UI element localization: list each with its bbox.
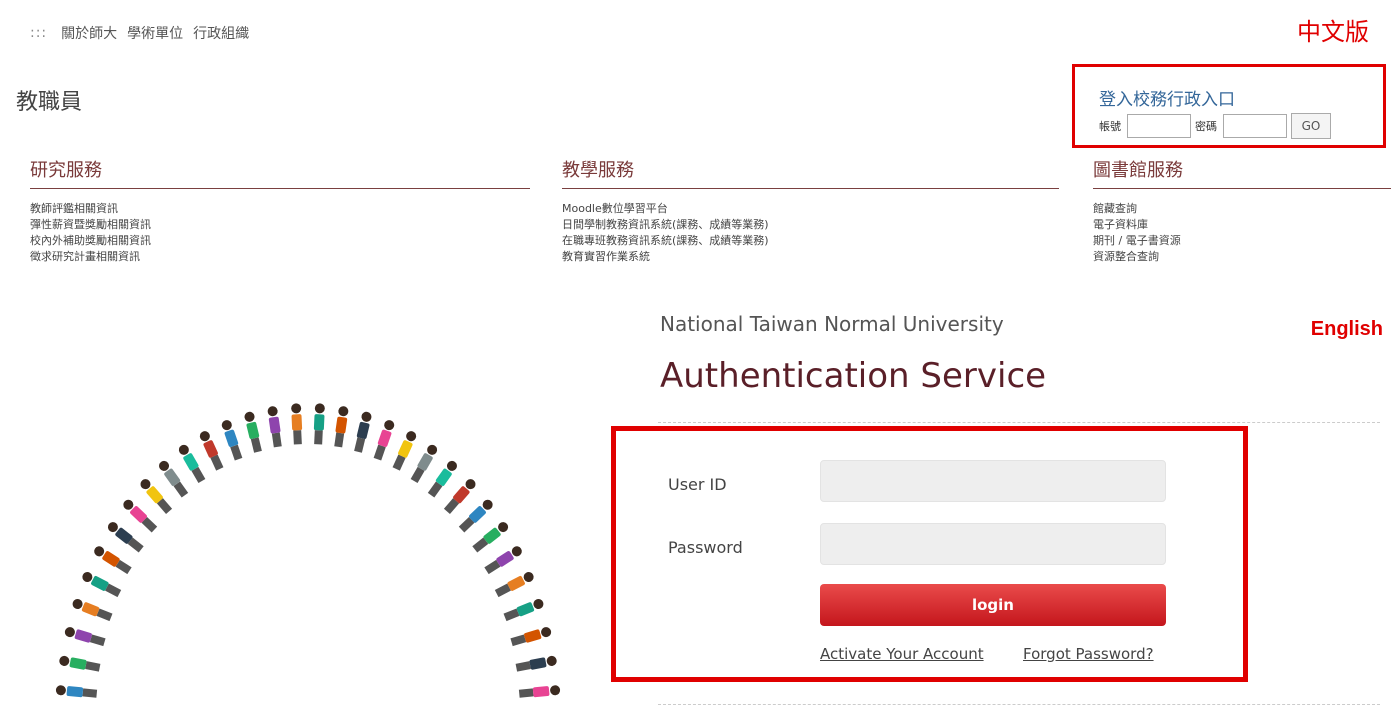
activate-account-link[interactable]: Activate Your Account — [820, 645, 984, 663]
person-figure — [123, 499, 158, 533]
admin-go-button[interactable]: GO — [1291, 113, 1331, 139]
user-id-input[interactable] — [820, 460, 1166, 502]
list-item[interactable]: 在職專班教務資訊系統(課務、成績等業務) — [562, 233, 1059, 249]
list-item[interactable]: Moodle數位學習平台 — [562, 201, 1059, 217]
top-nav: ::: 關於師大 學術單位 行政組織 — [30, 23, 249, 43]
person-figure — [518, 685, 561, 698]
list-item[interactable]: 日間學制教務資訊系統(課務、成績等業務) — [562, 217, 1059, 233]
page-title: 教職員 — [16, 90, 83, 115]
person-figure — [410, 444, 438, 484]
person-figure — [199, 431, 224, 471]
teaching-services-title: 教學服務 — [562, 156, 1059, 189]
login-form: User ID Password login Activate Your Acc… — [611, 426, 1248, 682]
university-name: National Taiwan Normal University — [660, 312, 1004, 336]
library-services: 圖書館服務 館藏查詢 電子資料庫 期刊 / 電子書資源 資源整合查詢 — [1093, 156, 1391, 265]
list-item[interactable]: 電子資料庫 — [1093, 217, 1391, 233]
password-label: Password — [668, 538, 743, 557]
research-services-title: 研究服務 — [30, 156, 530, 189]
person-figure — [159, 460, 189, 498]
admin-account-label: 帳號 — [1099, 120, 1121, 133]
library-services-title: 圖書館服務 — [1093, 156, 1391, 189]
person-figure — [443, 479, 476, 515]
person-figure — [313, 403, 325, 445]
list-item[interactable]: 教育實習作業系統 — [562, 249, 1059, 265]
person-figure — [503, 599, 544, 622]
person-figure — [334, 406, 349, 448]
person-figure — [392, 431, 417, 471]
person-figure — [510, 627, 552, 647]
person-figure — [82, 572, 122, 598]
person-figure — [72, 599, 113, 622]
admin-login-title[interactable]: 登入校務行政入口 — [1099, 85, 1235, 110]
person-figure — [291, 403, 303, 445]
chinese-version-label[interactable]: 中文版 — [1297, 12, 1369, 47]
user-id-label: User ID — [668, 475, 727, 494]
admin-login-row: 帳號 密碼 GO — [1099, 113, 1331, 139]
person-figure — [472, 522, 509, 553]
list-item[interactable]: 資源整合查詢 — [1093, 249, 1391, 265]
password-input[interactable] — [820, 523, 1166, 565]
person-figure — [59, 655, 101, 672]
list-item[interactable]: 期刊 / 電子書資源 — [1093, 233, 1391, 249]
list-item[interactable]: 彈性薪資暨獎勵相關資訊 — [30, 217, 530, 233]
divider — [658, 422, 1380, 423]
nav-dots: ::: — [30, 25, 48, 41]
person-figure — [55, 685, 98, 698]
list-item[interactable]: 徵求研究計畫相關資訊 — [30, 249, 530, 265]
research-services: 研究服務 教師評鑑相關資訊 彈性薪資暨獎勵相關資訊 校內外補助獎勵相關資訊 徵求… — [30, 156, 530, 265]
nav-about[interactable]: 關於師大 — [61, 23, 117, 43]
english-version-label[interactable]: English — [1311, 318, 1383, 341]
person-figure — [267, 406, 282, 448]
library-services-list: 館藏查詢 電子資料庫 期刊 / 電子書資源 資源整合查詢 — [1093, 201, 1391, 265]
list-item[interactable]: 教師評鑑相關資訊 — [30, 201, 530, 217]
nav-academic-units[interactable]: 學術單位 — [127, 23, 183, 43]
admin-account-input[interactable] — [1127, 114, 1191, 138]
person-figure — [140, 479, 173, 515]
admin-password-label: 密碼 — [1195, 120, 1217, 133]
admin-password-input[interactable] — [1223, 114, 1287, 138]
forgot-password-link[interactable]: Forgot Password? — [1023, 645, 1154, 663]
login-button[interactable]: login — [820, 584, 1166, 626]
teaching-services-list: Moodle數位學習平台 日間學制教務資訊系統(課務、成績等業務) 在職專班教務… — [562, 201, 1059, 265]
person-figure — [494, 572, 534, 598]
people-circle-illustration — [55, 403, 561, 698]
research-services-list: 教師評鑑相關資訊 彈性薪資暨獎勵相關資訊 校內外補助獎勵相關資訊 徵求研究計畫相… — [30, 201, 530, 265]
person-figure — [373, 420, 395, 461]
teaching-services: 教學服務 Moodle數位學習平台 日間學制教務資訊系統(課務、成績等業務) 在… — [562, 156, 1059, 265]
person-figure — [221, 420, 243, 461]
auth-service-title: Authentication Service — [660, 356, 1047, 396]
person-figure — [484, 546, 522, 575]
person-figure — [458, 499, 493, 533]
person-figure — [64, 627, 106, 647]
person-figure — [94, 546, 132, 575]
person-figure — [178, 444, 206, 484]
person-figure — [515, 655, 557, 672]
nav-administration[interactable]: 行政組織 — [193, 23, 249, 43]
person-figure — [427, 460, 457, 498]
admin-login-box: 登入校務行政入口 帳號 密碼 GO — [1072, 64, 1386, 148]
person-figure — [107, 522, 144, 553]
person-figure — [354, 411, 372, 453]
list-item[interactable]: 館藏查詢 — [1093, 201, 1391, 217]
list-item[interactable]: 校內外補助獎勵相關資訊 — [30, 233, 530, 249]
divider — [658, 704, 1380, 705]
person-figure — [244, 411, 262, 453]
